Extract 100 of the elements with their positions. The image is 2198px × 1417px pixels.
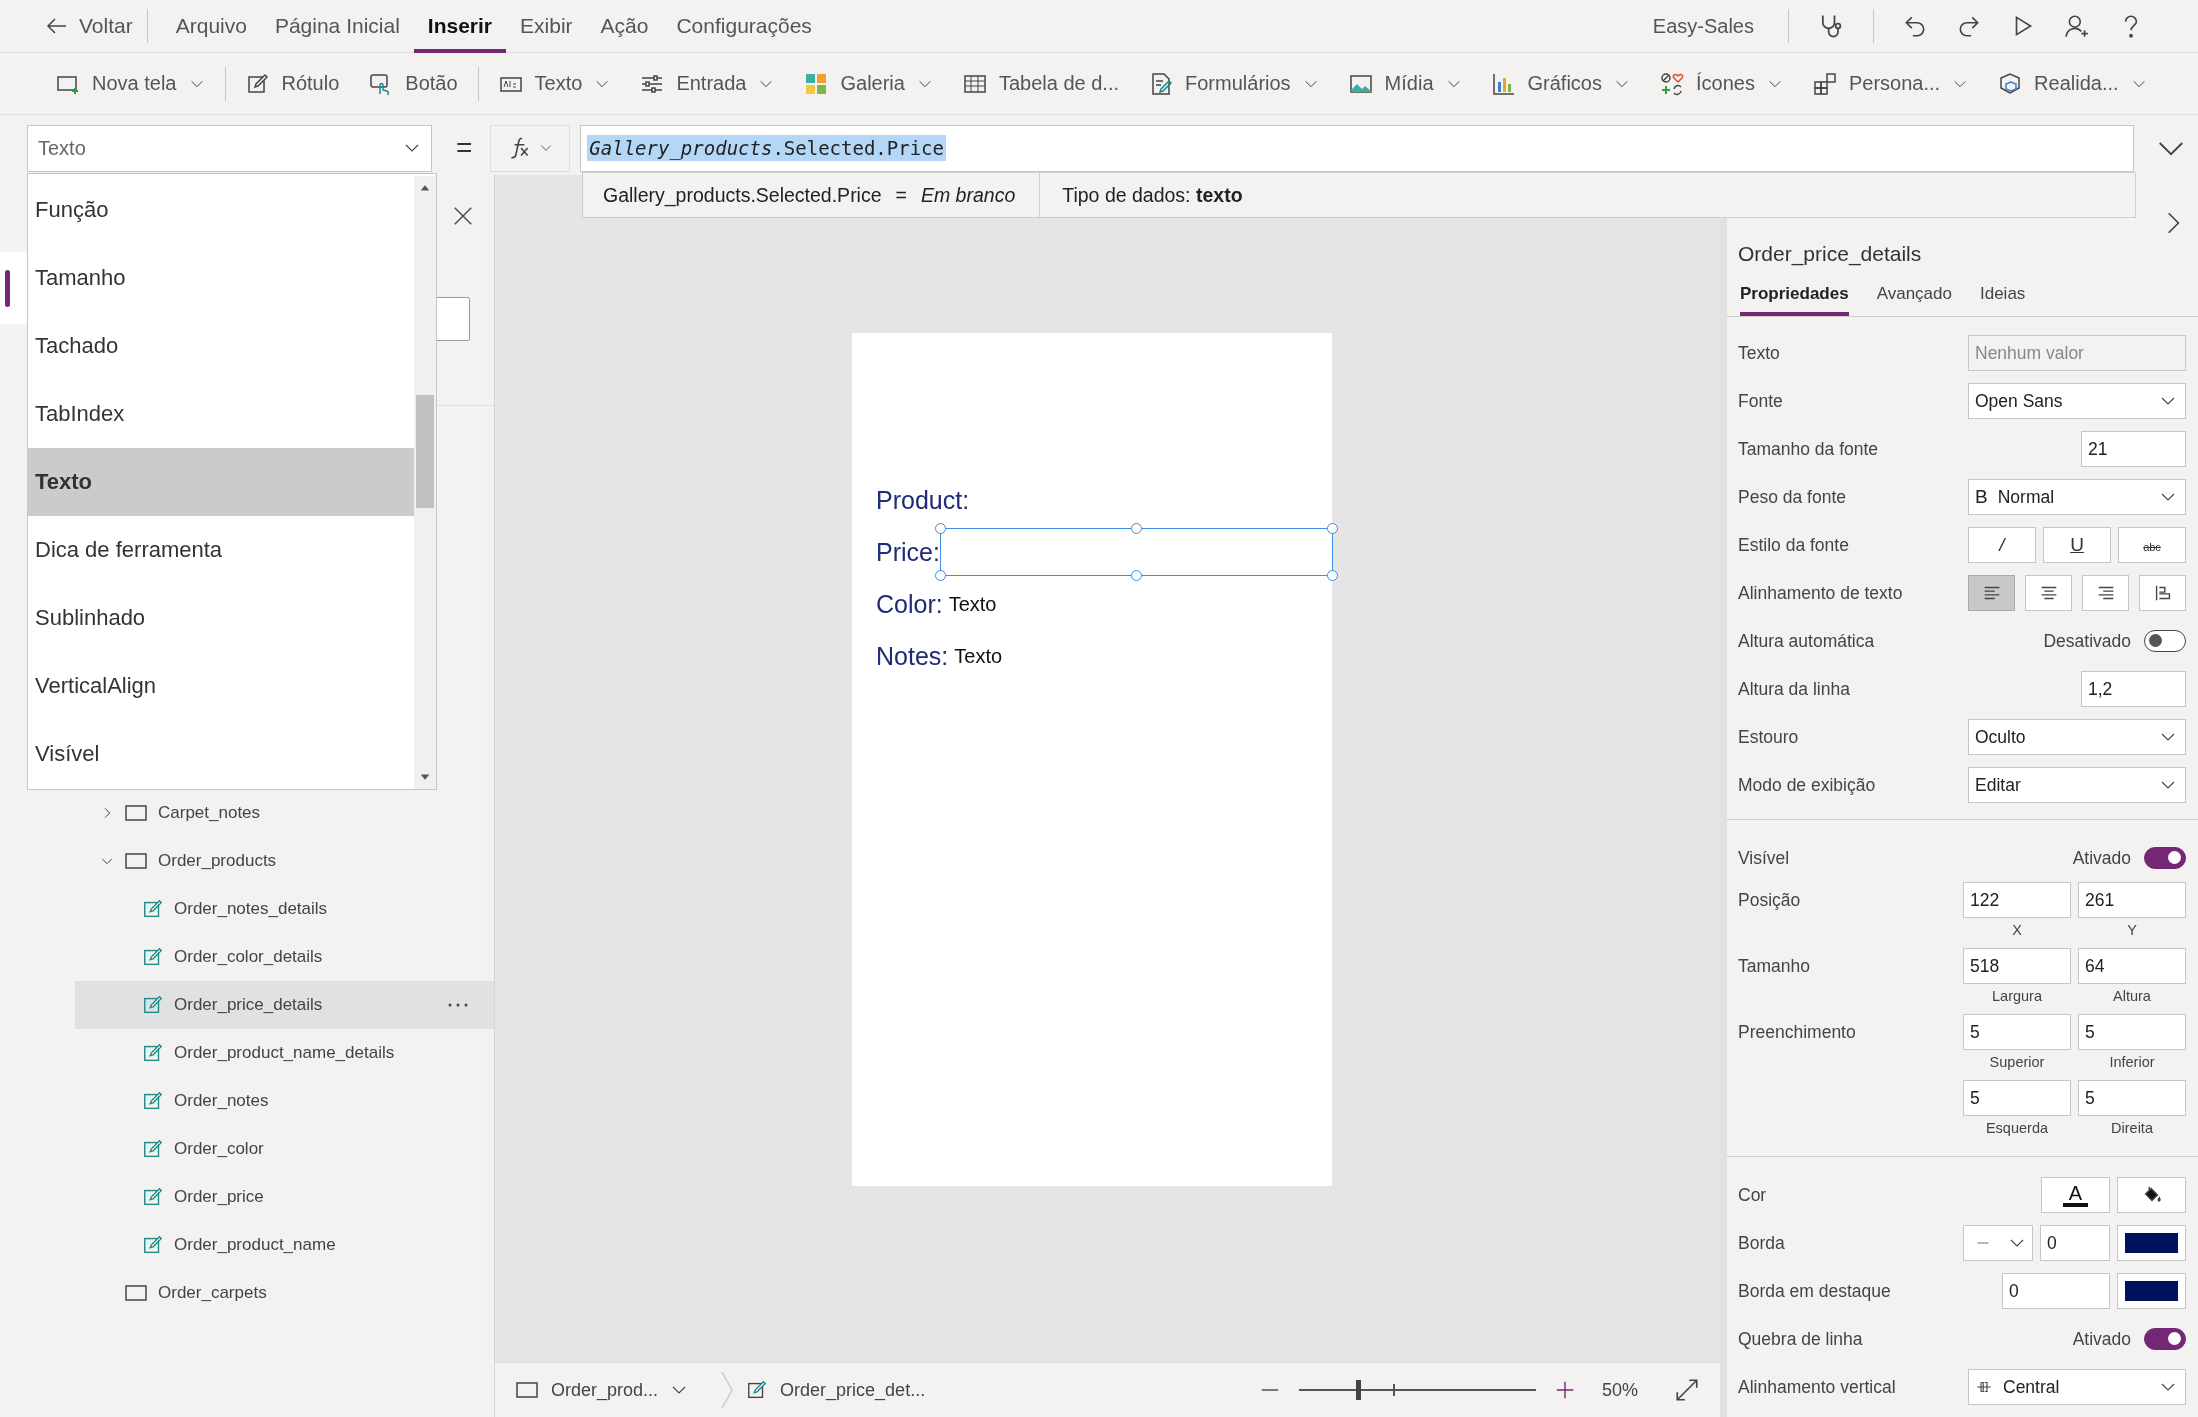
function-button[interactable] [490, 124, 571, 172]
font-style-button[interactable]: / [1968, 527, 2036, 563]
tree-item[interactable]: Order_price_details [75, 981, 494, 1029]
scrollbar-thumb[interactable] [416, 395, 434, 508]
property-option[interactable]: Tamanho [28, 244, 414, 312]
screen-dropdown[interactable]: Order_prod... [515, 1378, 689, 1402]
tree-item[interactable]: Order_notes_details [75, 885, 494, 933]
fit-screen-icon[interactable] [1674, 1377, 1700, 1403]
number-field[interactable]: 122 [1963, 882, 2071, 918]
property-option[interactable]: TabIndex [28, 380, 414, 448]
number-field[interactable]: 0 [2002, 1273, 2110, 1309]
field-caption: Altura [2113, 988, 2151, 1006]
insert-menu-button[interactable]: Gráficos [1479, 67, 1642, 100]
text-align-button[interactable] [2082, 575, 2129, 611]
field-caption: Largura [1992, 988, 2042, 1006]
insert-menu-button[interactable]: Nova tela [44, 67, 217, 100]
property-label: Visível [1738, 847, 1790, 869]
tree-item[interactable]: Order_carpets [75, 1269, 494, 1317]
number-field[interactable]: 261 [2078, 882, 2186, 918]
panel-tab[interactable]: Avançado [1876, 284, 1952, 316]
property-dropdown[interactable]: Oculto [1968, 719, 2186, 755]
insert-menu-button[interactable]: Realida... [1986, 67, 2159, 100]
text-align-button[interactable] [2025, 575, 2072, 611]
menu-tab[interactable]: Arquivo [161, 0, 261, 53]
tree-item[interactable]: Carpet_notes [75, 789, 494, 837]
menu-tab[interactable]: Configurações [662, 0, 826, 53]
number-field[interactable]: 5 [1963, 1080, 2071, 1116]
insert-menu-button[interactable]: Formulários [1137, 67, 1331, 100]
insert-menu-button[interactable]: Botão [357, 67, 470, 100]
property-option[interactable]: Texto [28, 448, 414, 516]
property-option[interactable]: Dica de ferramenta [28, 516, 414, 584]
insert-menu-button[interactable]: Mídia [1336, 67, 1474, 100]
font-style-button[interactable]: U [2043, 527, 2111, 563]
toggle-switch[interactable] [2144, 630, 2186, 652]
property-dropdown[interactable]: Central [1968, 1369, 2186, 1405]
property-option[interactable]: Sublinhado [28, 584, 414, 652]
property-option[interactable]: VerticalAlign [28, 652, 414, 720]
tree-item[interactable]: Order_products [75, 837, 494, 885]
property-label: Tamanho da fonte [1738, 438, 1879, 460]
property-dropdown[interactable]: B Normal [1968, 479, 2186, 515]
menu-tab[interactable]: Exibir [506, 0, 587, 53]
insert-menu-button[interactable]: Ícones [1648, 67, 1795, 100]
insert-menu-button[interactable]: Persona... [1800, 67, 1981, 100]
add-user-icon[interactable] [2064, 13, 2090, 39]
toggle-switch[interactable] [2144, 847, 2186, 869]
text-color-button[interactable]: A [2041, 1177, 2110, 1213]
menu-tab[interactable]: Página Inicial [260, 0, 414, 53]
insert-menu-button[interactable]: Entrada [628, 67, 787, 100]
number-field[interactable]: 518 [1963, 948, 2071, 984]
insert-menu-button[interactable]: Tabela de d... [950, 67, 1132, 100]
slider-thumb[interactable] [1356, 1380, 1362, 1400]
property-label: Modo de exibição [1738, 774, 1876, 796]
number-field[interactable]: 64 [2078, 948, 2186, 984]
fill-color-button[interactable] [2117, 1177, 2186, 1213]
number-field[interactable]: 5 [1963, 1014, 2071, 1050]
text-align-button[interactable] [1968, 575, 2015, 611]
text-align-button[interactable] [2139, 575, 2186, 611]
font-style-button[interactable]: abc [2118, 527, 2186, 563]
property-option[interactable]: Visível [28, 720, 414, 788]
property-label: Quebra de linha [1738, 1328, 1863, 1350]
color-swatch-button[interactable] [2117, 1273, 2186, 1309]
close-icon[interactable] [452, 205, 474, 227]
property-dropdown[interactable]: Texto [27, 124, 432, 172]
field-label: Product: [876, 485, 970, 515]
number-field[interactable]: 1,2 [2081, 671, 2186, 707]
toggle-state: Ativado [2072, 847, 2131, 869]
menu-tab[interactable]: Inserir [413, 0, 507, 53]
color-swatch-button[interactable] [2117, 1225, 2186, 1261]
toggle-switch[interactable] [2144, 1328, 2186, 1350]
number-field[interactable]: 5 [2078, 1014, 2186, 1050]
control-name: Order_price_details [1738, 242, 1923, 266]
property-dropdown[interactable]: Editar [1968, 767, 2186, 803]
insert-menu-button[interactable]: Rótulo [233, 67, 352, 100]
property-label: Estouro [1738, 726, 1799, 748]
tree-item[interactable]: Order_notes [75, 1077, 494, 1125]
property-dropdown[interactable]: Open Sans [1968, 383, 2186, 419]
number-field[interactable]: 5 [2078, 1080, 2186, 1116]
tree-item[interactable]: Order_color [75, 1125, 494, 1173]
property-label: Fonte [1738, 390, 1783, 412]
tree-item[interactable]: Order_product_name [75, 1221, 494, 1269]
tree-item[interactable]: Order_color_details [75, 933, 494, 981]
tree-item[interactable]: Order_product_name_details [75, 1029, 494, 1077]
panel-tab[interactable]: Propriedades [1740, 284, 1849, 316]
number-field[interactable]: 0 [2040, 1225, 2110, 1261]
property-label: Cor [1738, 1184, 1767, 1206]
zoom-slider[interactable] [1298, 1378, 1536, 1402]
property-option[interactable]: Tachado [28, 312, 414, 380]
formula-field[interactable]: Gallery_products.Selected.Price [580, 124, 2135, 172]
menu-tab[interactable]: Ação [586, 0, 663, 53]
field-caption: Direita [2111, 1120, 2153, 1138]
tree-item[interactable]: Order_price [75, 1173, 494, 1221]
panel-tab[interactable]: Ideias [1979, 284, 2026, 316]
equals-sign: = [456, 132, 473, 164]
pencil-square-icon [142, 1186, 164, 1208]
property-option[interactable]: Função [28, 176, 414, 244]
insert-menu-button[interactable]: Galeria [792, 67, 945, 100]
number-field[interactable]: 21 [2081, 431, 2186, 467]
insert-menu-button[interactable]: Texto [486, 67, 623, 100]
breadcrumb-separator-icon [718, 1372, 735, 1408]
back-button[interactable]: Voltar [45, 14, 133, 38]
